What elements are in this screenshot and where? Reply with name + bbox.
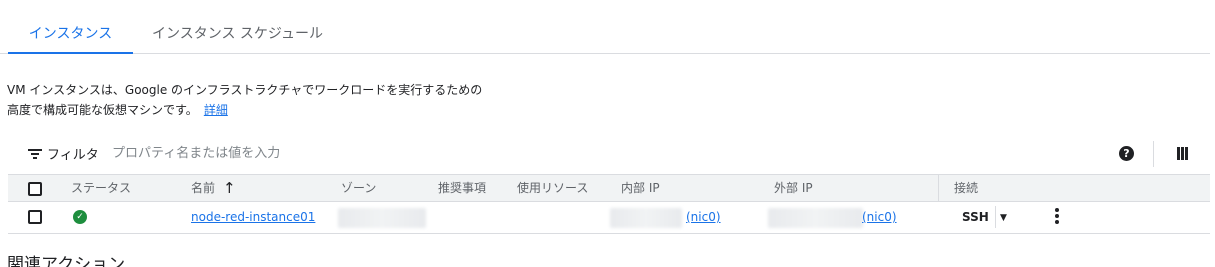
internal-ip-nic-link[interactable]: (nic0) [686,202,721,232]
column-header-status[interactable]: ステータス [71,175,131,201]
filter-input[interactable] [112,141,472,165]
column-header-name-label: 名前 [191,181,216,195]
active-tab-indicator [8,52,133,54]
tab-instance-schedules[interactable]: インスタンス スケジュール [150,0,325,53]
table-header: ステータス 名前 ↑ ゾーン 推奨事項 使用リソース 内部 IP 外部 IP 接続 [8,174,1210,202]
internal-ip-nic[interactable]: (nic0) [686,210,721,224]
more-vert-icon[interactable] [1054,208,1060,226]
check-circle-icon: ✓ [73,210,87,224]
description-line-2: 高度で構成可能な仮想マシンです。 詳細 [7,100,482,120]
description-line-1: VM インスタンスは、Google のインフラストラクチャでワークロードを実行す… [7,83,483,97]
toolbar-divider [1153,141,1154,167]
column-header-in-use-by[interactable]: 使用リソース [517,175,588,201]
column-header-internal-ip[interactable]: 内部 IP [621,175,660,201]
description-text: 高度で構成可能な仮想マシンです。 [7,103,198,117]
ssh-button[interactable]: SSH [962,202,989,232]
filter-list-icon[interactable] [28,147,42,161]
column-divider [938,175,939,201]
column-header-recommendation[interactable]: 推奨事項 [438,175,486,201]
filter-bar: フィルタ ? [0,139,1210,169]
tab-instances[interactable]: インスタンス [8,0,133,53]
ssh-dropdown-icon[interactable]: ▼ [1000,203,1007,233]
page-description: VM インスタンスは、Google のインフラストラクチャでワークロードを実行す… [7,80,482,120]
help-icon[interactable]: ? [1119,146,1134,161]
column-display-icon[interactable] [1177,147,1190,160]
column-header-connect: 接続 [954,181,979,195]
instance-name-link[interactable]: node-red-instance01 [191,202,315,232]
sort-ascending-icon[interactable]: ↑ [223,175,236,201]
column-header-zone[interactable]: ゾーン [341,175,376,201]
ssh-divider [995,206,996,228]
instances-table: ステータス 名前 ↑ ゾーン 推奨事項 使用リソース 内部 IP 外部 IP 接続… [8,174,1210,234]
learn-more-link[interactable]: 詳細 [204,103,228,117]
column-header-name[interactable]: 名前 ↑ [191,175,236,201]
select-all-checkbox[interactable] [28,182,42,196]
tab-bar: インスタンス インスタンス スケジュール [0,0,1210,54]
filter-label[interactable]: フィルタ [47,144,99,163]
external-ip-nic-link[interactable]: (nic0) [862,202,897,232]
internal-ip-redacted [610,208,682,228]
related-actions-title: 関連アクション [7,255,126,267]
zone-redacted [338,208,426,228]
table-row: ✓ node-red-instance01 (nic0) (nic0) SSH … [8,202,1210,234]
external-ip-nic[interactable]: (nic0) [862,210,897,224]
column-header-external-ip[interactable]: 外部 IP [774,175,813,201]
external-ip-redacted [768,208,863,228]
row-checkbox[interactable] [28,210,42,224]
instance-name[interactable]: node-red-instance01 [191,210,315,224]
